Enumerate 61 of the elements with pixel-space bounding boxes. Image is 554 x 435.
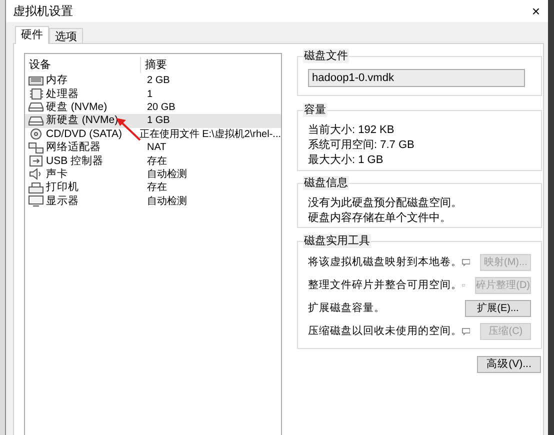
device-summary: NAT — [146, 141, 166, 154]
utility-text: 扩展磁盘容量。 — [308, 300, 386, 316]
device-row[interactable]: 新硬盘 (NVMe) 1 GB — [25, 114, 281, 128]
utility-button[interactable]: 扩展(E)... — [465, 300, 531, 317]
device-name: CD/DVD (SATA) — [46, 128, 122, 141]
device-row[interactable]: 网络适配器 NAT — [25, 140, 281, 154]
capacity-text: 系统可用空间: 7.7 GB — [308, 138, 416, 153]
device-summary: 20 GB — [146, 100, 176, 114]
device-name: 显示器 — [46, 194, 79, 208]
device-summary: 1 GB — [146, 114, 170, 128]
close-button[interactable]: × — [532, 4, 540, 18]
device-row[interactable]: 打印机 存在 — [25, 181, 281, 195]
device-summary: 自动检测 — [146, 168, 187, 181]
device-summary: 存在 — [146, 154, 167, 168]
device-row[interactable]: 显示器 自动检测 — [25, 194, 281, 208]
device-summary: 2 GB — [146, 74, 170, 88]
column-header[interactable]: 摘要 — [141, 56, 167, 72]
device-name: USB 控制器 — [46, 154, 104, 168]
advanced-button[interactable]: 高级(V)... — [477, 356, 541, 373]
info-text: 硬盘内容存储在单个文件中。 — [308, 211, 452, 226]
utility-text: 整理文件碎片并整合可用空间。 — [308, 278, 462, 293]
info-bubble-icon — [462, 327, 470, 336]
device-name: 内存 — [46, 74, 68, 88]
window-title: 虚拟机设置 — [13, 3, 73, 20]
info-text: 没有为此硬盘预分配磁盘空间。 — [308, 196, 463, 211]
device-summary: 1 — [146, 88, 153, 101]
printer-icon — [28, 182, 44, 194]
device-name: 硬盘 (NVMe) — [46, 100, 108, 114]
monitor-icon — [28, 195, 44, 208]
device-summary: 正在使用文件 E:\虚拟机2\rhel-... — [138, 128, 281, 141]
device-row[interactable]: 内存 2 GB — [25, 74, 281, 88]
capacity-text: 最大大小: 1 GB — [308, 153, 384, 168]
utility-text: 将该虚拟机磁盘映射到本地卷。 — [308, 254, 462, 270]
column-header[interactable]: 设备 — [25, 56, 141, 72]
device-name: 处理器 — [46, 88, 79, 101]
device-summary: 自动检测 — [146, 194, 187, 208]
tab[interactable]: 硬件 — [15, 26, 49, 44]
device-row[interactable]: CD/DVD (SATA) 正在使用文件 E:\虚拟机2\rhel-... — [25, 128, 281, 141]
disk-file-field[interactable]: hadoop1-0.vmdk — [308, 69, 525, 87]
network-icon — [28, 142, 44, 154]
device-summary: 存在 — [146, 181, 167, 194]
group-title: 容量 — [303, 103, 327, 117]
device-row[interactable]: 硬盘 (NVMe) 20 GB — [25, 100, 281, 114]
group-title: 磁盘信息 — [303, 176, 349, 190]
device-row[interactable]: USB 控制器 存在 — [25, 154, 281, 168]
memory-icon — [28, 74, 44, 87]
group-title: 磁盘文件 — [303, 49, 349, 63]
tab[interactable]: 选项 — [49, 28, 83, 43]
device-name: 声卡 — [46, 168, 68, 181]
device-row[interactable]: 声卡 自动检测 — [25, 168, 281, 182]
device-name: 网络适配器 — [46, 141, 101, 154]
utility-text: 压缩磁盘以回收未使用的空间。 — [308, 324, 462, 339]
disc-icon — [28, 128, 44, 140]
info-bubble-icon — [462, 258, 470, 267]
chip-icon — [28, 88, 44, 100]
device-name: 打印机 — [46, 181, 79, 194]
usb-icon — [28, 155, 44, 168]
device-row[interactable]: 处理器 1 — [25, 87, 281, 101]
capacity-text: 当前大小: 192 KB — [308, 123, 396, 138]
device-name: 新硬盘 (NVMe) — [46, 114, 118, 128]
group-title: 磁盘实用工具 — [303, 234, 371, 248]
